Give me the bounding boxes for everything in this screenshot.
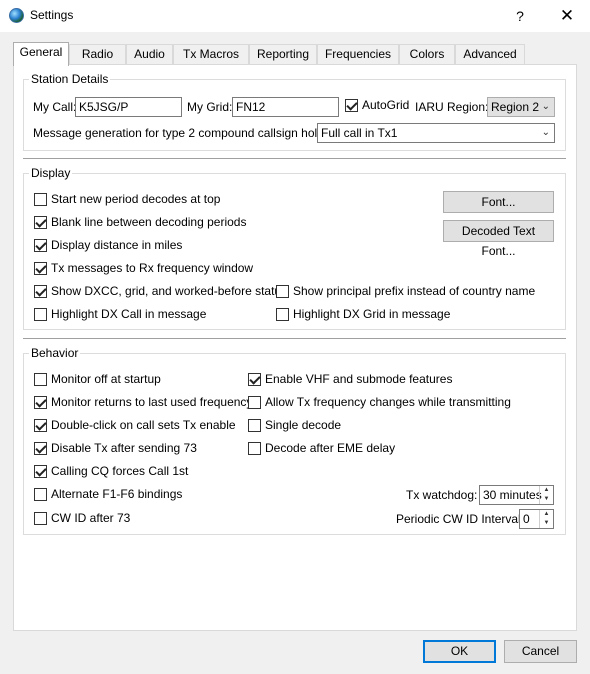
checkbox-label: Blank line between decoding periods	[51, 215, 247, 229]
checkbox-label: Single decode	[265, 418, 342, 432]
checkbox-label: Allow Tx frequency changes while transmi…	[265, 395, 511, 409]
chevron-down-icon: ⌄	[541, 127, 550, 138]
tab-general[interactable]: General	[13, 42, 69, 66]
checkbox-icon	[34, 262, 47, 275]
checkbox-label: Highlight DX Grid in message	[293, 307, 451, 321]
checkbox-icon	[34, 396, 47, 409]
checkbox-icon	[34, 239, 47, 252]
checkbox-label: Decode after EME delay	[265, 441, 396, 455]
checkbox-icon	[34, 193, 47, 206]
autogrid-label: AutoGrid	[362, 98, 410, 112]
checkbox-label: Start new period decodes at top	[51, 192, 221, 206]
my-grid-input[interactable]: FN12	[232, 97, 339, 117]
cw-id-interval-label: Periodic CW ID Interval:	[396, 512, 525, 526]
checkbox-label: Show DXCC, grid, and worked-before statu…	[51, 284, 288, 298]
checkbox-icon	[34, 216, 47, 229]
checkbox-icon	[248, 373, 261, 386]
checkbox-icon	[34, 512, 47, 525]
app-globe-icon	[9, 8, 24, 23]
iaru-region-select[interactable]: Region 2 ⌄	[487, 97, 555, 117]
tab-frequencies[interactable]: Frequencies	[317, 44, 399, 64]
checkbox-icon	[34, 488, 47, 501]
my-call-input[interactable]: K5JSG/P	[75, 97, 182, 117]
tx-watchdog-spinbox[interactable]: 30 minutes ▲ ▼	[479, 485, 554, 505]
checkbox-label: Monitor off at startup	[51, 372, 161, 386]
station-details-title: Station Details	[29, 72, 111, 86]
tab-advanced[interactable]: Advanced	[455, 44, 525, 64]
tab-audio[interactable]: Audio	[126, 44, 173, 64]
checkbox-icon	[248, 442, 261, 455]
checkbox-label: Double-click on call sets Tx enable	[51, 418, 236, 432]
tab-tx-macros[interactable]: Tx Macros	[173, 44, 249, 64]
checkbox-label: Display distance in miles	[51, 238, 183, 252]
iaru-region-label: IARU Region:	[415, 100, 489, 114]
tab-radio[interactable]: Radio	[69, 44, 126, 64]
my-grid-label: My Grid:	[187, 100, 233, 114]
tx-watchdog-value: 30 minutes	[483, 488, 542, 502]
checkbox-icon	[34, 308, 47, 321]
divider	[23, 158, 566, 160]
checkbox-icon	[34, 442, 47, 455]
font-button[interactable]: Font...	[443, 191, 554, 213]
message-generation-select[interactable]: Full call in Tx1 ⌄	[317, 123, 555, 143]
help-button[interactable]: ?	[505, 0, 535, 32]
checkbox-icon	[248, 419, 261, 432]
cw-id-interval-value: 0	[523, 512, 530, 526]
checkbox-label: Alternate F1-F6 bindings	[51, 487, 183, 501]
tab-reporting[interactable]: Reporting	[249, 44, 317, 64]
checkbox-icon	[276, 285, 289, 298]
checkbox-icon	[34, 285, 47, 298]
my-call-label: My Call:	[33, 100, 77, 114]
checkbox-label: Enable VHF and submode features	[265, 372, 453, 386]
chevron-down-icon: ⌄	[541, 101, 550, 112]
cw-id-interval-spinbox[interactable]: 0 ▲ ▼	[519, 509, 554, 529]
checkbox-label: Highlight DX Call in message	[51, 307, 207, 321]
spin-arrows-icon[interactable]: ▲ ▼	[539, 486, 553, 504]
checkbox-icon	[34, 419, 47, 432]
checkbox-icon	[34, 373, 47, 386]
spin-arrows-icon[interactable]: ▲ ▼	[539, 510, 553, 528]
checkbox-label: Calling CQ forces Call 1st	[51, 464, 189, 478]
message-generation-value: Full call in Tx1	[321, 126, 398, 140]
message-generation-label: Message generation for type 2 compound c…	[33, 126, 344, 140]
ok-button[interactable]: OK	[423, 640, 496, 663]
checkbox-label: Disable Tx after sending 73	[51, 441, 197, 455]
iaru-region-value: Region 2	[491, 100, 540, 114]
checkbox-icon	[276, 308, 289, 321]
checkbox-label: CW ID after 73	[51, 511, 131, 525]
decoded-text-font-button[interactable]: Decoded Text Font...	[443, 220, 554, 258]
display-title: Display	[29, 166, 73, 180]
behavior-title: Behavior	[29, 346, 81, 360]
tab-colors[interactable]: Colors	[399, 44, 455, 64]
divider	[23, 338, 566, 340]
checkbox-label: Tx messages to Rx frequency window	[51, 261, 254, 275]
checkbox-icon	[34, 465, 47, 478]
checkbox-label: Show principal prefix instead of country…	[293, 284, 536, 298]
title-bar: Settings ? ✕	[0, 0, 590, 32]
checkbox-icon	[248, 396, 261, 409]
cancel-button[interactable]: Cancel	[504, 640, 577, 663]
close-button[interactable]: ✕	[550, 0, 584, 32]
autogrid-check-icon	[345, 99, 358, 112]
tx-watchdog-label: Tx watchdog:	[406, 488, 478, 502]
window-title: Settings	[30, 8, 74, 22]
checkbox-label: Monitor returns to last used frequency	[51, 395, 253, 409]
